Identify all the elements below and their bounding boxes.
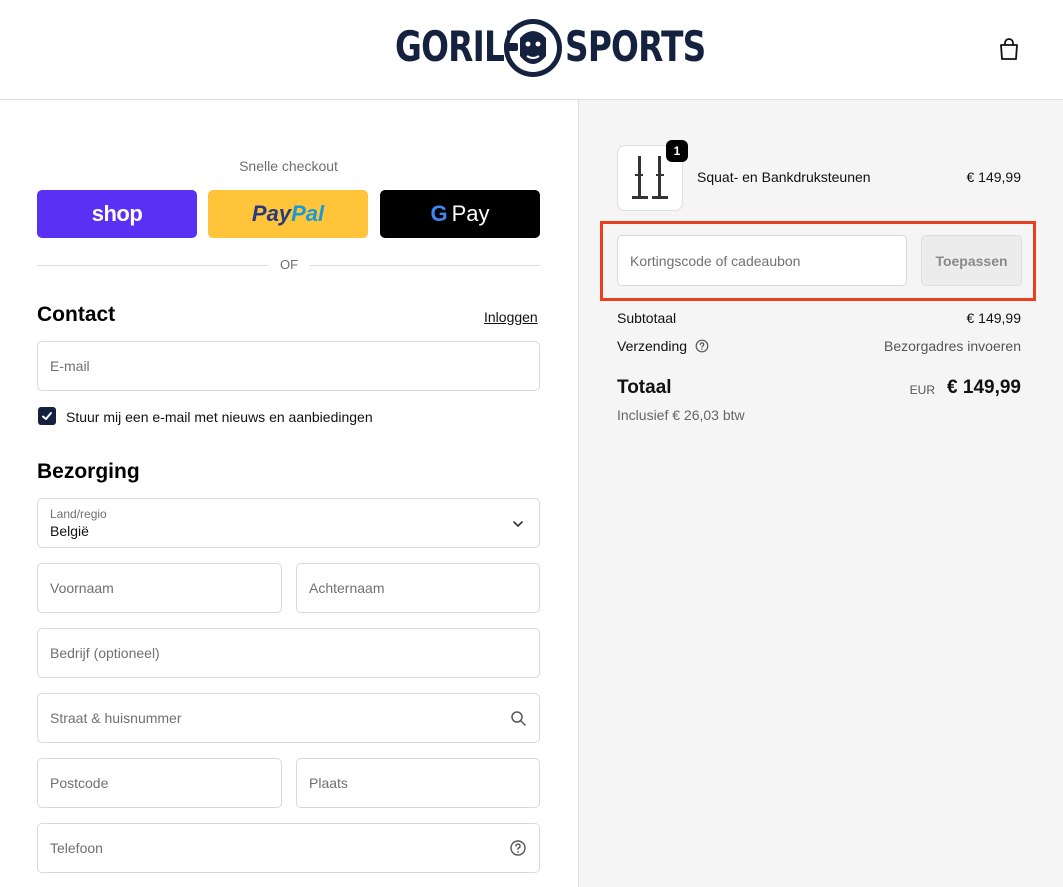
city-field[interactable]: Plaats [296,758,540,808]
order-summary-column [578,100,1063,887]
shipping-row: Verzending [617,338,709,354]
subtotal-label: Subtotaal [617,310,677,326]
google-pay-button[interactable]: G Pay [380,190,540,238]
shop-pay-label: shop [91,201,143,226]
company-placeholder: Bedrijf (optioneel) [50,645,160,661]
checkmark-icon [42,412,52,420]
total-label: Totaal [617,377,672,398]
postcode-field[interactable]: Postcode [37,758,282,808]
country-value: België [50,523,89,539]
street-placeholder: Straat & huisnummer [50,710,182,726]
first-name-field[interactable]: Voornaam [37,563,282,613]
delivery-title: Bezorging [37,460,140,483]
postcode-placeholder: Postcode [50,775,109,791]
company-field[interactable]: Bedrijf (optioneel) [37,628,540,678]
last-name-placeholder: Achternaam [309,580,385,596]
city-placeholder: Plaats [309,775,348,791]
tax-note: Inclusief € 26,03 btw [617,407,745,423]
logo-text-right: SPORTS [565,22,706,71]
street-field[interactable]: Straat & huisnummer [37,693,540,743]
gorilla-sports-logo[interactable]: GORILLA SPORTS [395,16,706,80]
quantity-badge: 1 [666,140,688,162]
total-currency: EUR [909,383,935,397]
or-divider-text: OF [268,257,310,272]
shipping-value: Bezorgadres invoeren [884,338,1021,354]
paypal-label-pay: Pay [251,201,292,226]
phone-placeholder: Telefoon [50,840,103,856]
shipping-help-icon[interactable] [695,339,709,353]
email-placeholder: E-mail [50,358,90,374]
phone-field[interactable]: Telefoon [37,823,540,873]
newsletter-checkbox[interactable] [38,407,56,425]
paypal-button[interactable]: Pay Pal [208,190,368,238]
country-label: Land/regio [50,507,107,521]
subtotal-value: € 149,99 [966,310,1022,326]
country-select[interactable]: Land/regio België [37,498,540,548]
shop-pay-button[interactable]: shop [37,190,197,238]
paypal-label-pal: Pal [291,201,325,226]
product-price: € 149,99 [966,169,1022,185]
gorilla-icon [504,19,562,77]
shipping-label: Verzending [617,338,688,354]
login-link[interactable]: Inloggen [484,309,538,325]
product-name: Squat- en Bankdruksteunen [697,169,871,185]
newsletter-label: Stuur mij een e-mail met nieuws en aanbi… [66,409,373,425]
last-name-field[interactable]: Achternaam [296,563,540,613]
apply-discount-button[interactable]: Toepassen [921,235,1022,286]
first-name-placeholder: Voornaam [50,580,114,596]
express-checkout-title: Snelle checkout [239,158,338,174]
help-circle-icon[interactable] [509,839,527,857]
discount-code-field[interactable]: Kortingscode of cadeaubon [617,235,907,286]
discount-code-placeholder: Kortingscode of cadeaubon [630,252,801,269]
contact-title: Contact [37,303,116,326]
search-icon[interactable] [509,709,527,727]
email-field[interactable]: E-mail [37,341,540,391]
total-value: € 149,99 [947,377,1021,398]
google-pay-label: Pay [451,201,490,226]
chevron-down-icon [513,521,523,528]
shopping-bag-icon[interactable] [996,36,1022,62]
google-g-icon: G [430,201,448,226]
site-header: GORILLA SPORTS [0,0,1063,100]
